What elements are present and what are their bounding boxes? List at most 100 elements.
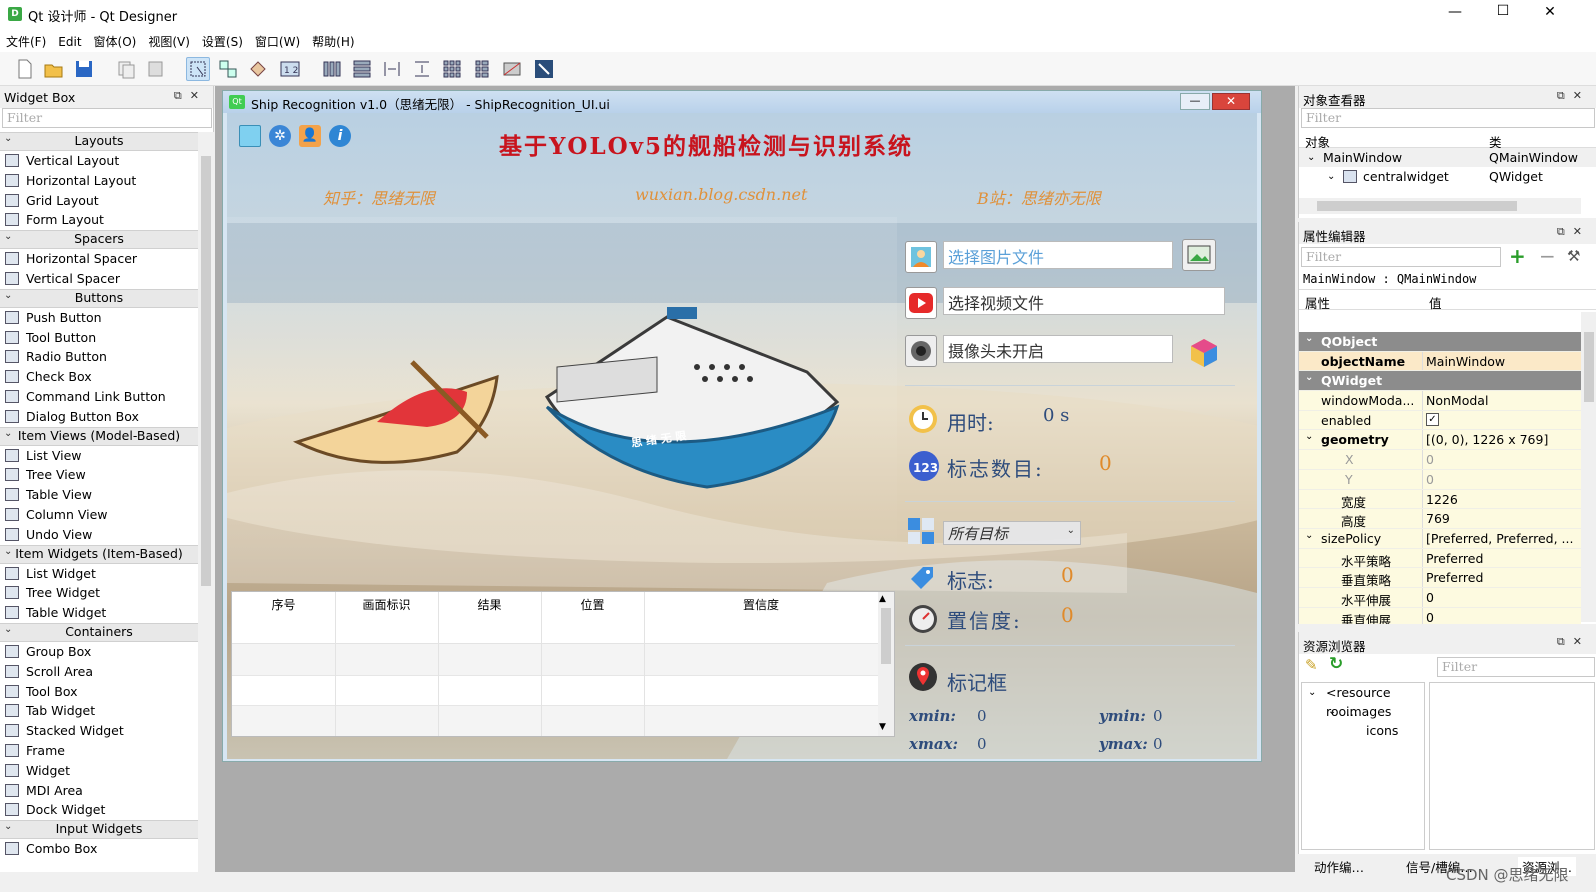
property-filter-input[interactable]: Filter [1301,247,1501,267]
widget-item[interactable]: Dock Widget [0,800,198,820]
widget-item[interactable]: Tree Widget [0,583,198,603]
copy-icon[interactable] [114,57,138,81]
property-row[interactable]: 水平策略 Preferred [1299,548,1581,569]
widget-item[interactable]: Tab Widget [0,701,198,721]
category-header[interactable]: ⌄ Layouts [0,132,198,151]
form-save-icon[interactable] [239,125,261,147]
new-file-icon[interactable] [12,57,36,81]
object-hscrollbar[interactable] [1299,198,1581,214]
results-table[interactable]: 序号 画面标识 结果 位置 置信度 ▲ ▼ [231,591,895,737]
property-value[interactable]: NonModal [1426,393,1574,408]
close-dock-icon[interactable]: ✕ [1573,635,1590,648]
property-row[interactable]: 宽度 1226 [1299,489,1581,510]
chevron-down-icon[interactable]: ⌄ [1305,431,1313,442]
menu-form[interactable]: 窗体(O) [88,30,143,52]
reload-icon[interactable]: ↻ [1329,654,1343,674]
select-video-field[interactable]: 选择视频文件 [943,287,1225,315]
target-combo[interactable]: 所有目标 ⌄ [943,521,1081,545]
property-value[interactable]: 0 [1426,472,1574,487]
close-button[interactable]: ✕ [1535,4,1565,20]
menu-settings[interactable]: 设置(S) [196,30,249,52]
object-row-mainwindow[interactable]: ⌄ MainWindow QMainWindow [1299,148,1596,167]
close-dock-icon[interactable]: ✕ [190,89,207,102]
widget-item[interactable]: Dialog Button Box [0,407,198,427]
property-row[interactable]: 垂直策略 Preferred [1299,568,1581,588]
open-image-button[interactable] [1182,239,1216,271]
widget-item[interactable]: Command Link Button [0,387,198,407]
property-row[interactable]: X0 [1299,450,1581,470]
edit-widgets-icon[interactable] [186,57,210,81]
property-row[interactable]: windowModa... NonModal [1299,391,1581,411]
widget-item[interactable]: Radio Button [0,347,198,367]
property-value[interactable]: 1226 [1426,492,1574,507]
form-window[interactable]: Qt Ship Recognition v1.0（思绪无限） - ShipRec… [222,90,1262,762]
menu-window[interactable]: 窗口(W) [249,30,306,52]
form-minimize-button[interactable]: — [1180,93,1210,110]
widget-item[interactable]: List Widget [0,564,198,584]
menu-edit[interactable]: Edit [52,32,87,54]
widget-box-filter[interactable]: Filter [2,108,212,128]
widget-item[interactable]: Table Widget [0,603,198,623]
menu-view[interactable]: 视图(V) [142,30,196,52]
form-close-button[interactable]: ✕ [1212,93,1250,110]
form-settings-icon[interactable]: ✲ [269,125,291,147]
property-value[interactable]: 0 [1426,590,1574,605]
float-icon[interactable]: ⧉ [1557,89,1573,102]
property-row[interactable]: enabled ✓ [1299,410,1581,431]
layout-grid-icon[interactable] [440,57,464,81]
widget-item[interactable]: Form Layout [0,210,198,230]
edit-buddies-icon[interactable] [246,57,270,81]
layout-splitter-v-icon[interactable] [410,57,434,81]
widget-item[interactable]: List View [0,446,198,466]
property-row[interactable]: objectName MainWindow [1299,351,1581,372]
property-row[interactable]: ⌄ QWidget [1299,371,1581,392]
widget-item[interactable]: Push Button [0,308,198,328]
camera-field[interactable]: 摄像头未开启 [943,335,1173,363]
close-dock-icon[interactable]: ✕ [1573,225,1590,238]
edit-signals-icon[interactable] [216,57,240,81]
menu-help[interactable]: 帮助(H) [306,30,360,52]
float-icon[interactable]: ⧉ [1557,635,1573,648]
select-image-field[interactable]: 选择图片文件 [943,241,1173,269]
widget-item[interactable]: Table View [0,485,198,505]
chevron-down-icon[interactable]: ⌄ [1305,530,1313,541]
property-value[interactable]: 0 [1426,452,1574,467]
resource-filter-input[interactable]: Filter [1437,657,1595,677]
widget-item[interactable]: Undo View [0,525,198,545]
tab-action-editor[interactable]: 动作编… [1314,857,1364,876]
form-user-icon[interactable]: 👤 [299,125,321,147]
tree-item-root[interactable]: ⌄ <resource roo... [1302,683,1424,719]
edit-tab-order-icon[interactable]: 1 2 [278,57,302,81]
widget-item[interactable]: Column View [0,505,198,525]
paste-icon[interactable] [144,57,168,81]
widget-item[interactable]: Tree View [0,465,198,485]
property-row[interactable]: 高度 769 [1299,509,1581,529]
property-value[interactable]: Preferred [1426,551,1574,566]
widget-box-scrollbar[interactable] [198,132,214,872]
tree-item-icons[interactable]: icons [1302,721,1424,740]
table-scrollbar[interactable]: ▲ ▼ [878,592,894,736]
property-scrollbar[interactable] [1581,312,1596,622]
property-row[interactable]: 水平伸展 0 [1299,587,1581,608]
menu-file[interactable]: 文件(F) [0,30,52,52]
widget-item[interactable]: Combo Box [0,839,198,859]
float-icon[interactable]: ⧉ [1557,225,1573,238]
widget-item[interactable]: Frame [0,741,198,761]
property-value[interactable]: MainWindow [1426,354,1574,369]
widget-item[interactable]: Horizontal Spacer [0,249,198,269]
widget-item[interactable]: Scroll Area [0,662,198,682]
close-dock-icon[interactable]: ✕ [1573,89,1590,102]
layout-splitter-h-icon[interactable] [380,57,404,81]
property-value[interactable]: 0 [1426,610,1574,624]
category-header[interactable]: ⌄ Item Widgets (Item-Based) [0,544,198,564]
property-value[interactable]: [(0, 0), 1226 x 769] [1426,432,1574,447]
category-header[interactable]: ⌄ Spacers [0,230,198,250]
layout-horizontal-icon[interactable] [320,57,344,81]
layout-form-icon[interactable] [470,57,494,81]
widget-item[interactable]: Grid Layout [0,191,198,211]
widget-item[interactable]: Horizontal Layout [0,171,198,191]
widget-item[interactable]: Stacked Widget [0,721,198,741]
chevron-down-icon[interactable]: ⌄ [1305,333,1313,344]
widget-item[interactable]: Tool Box [0,682,198,702]
camera-button[interactable] [1185,335,1223,369]
